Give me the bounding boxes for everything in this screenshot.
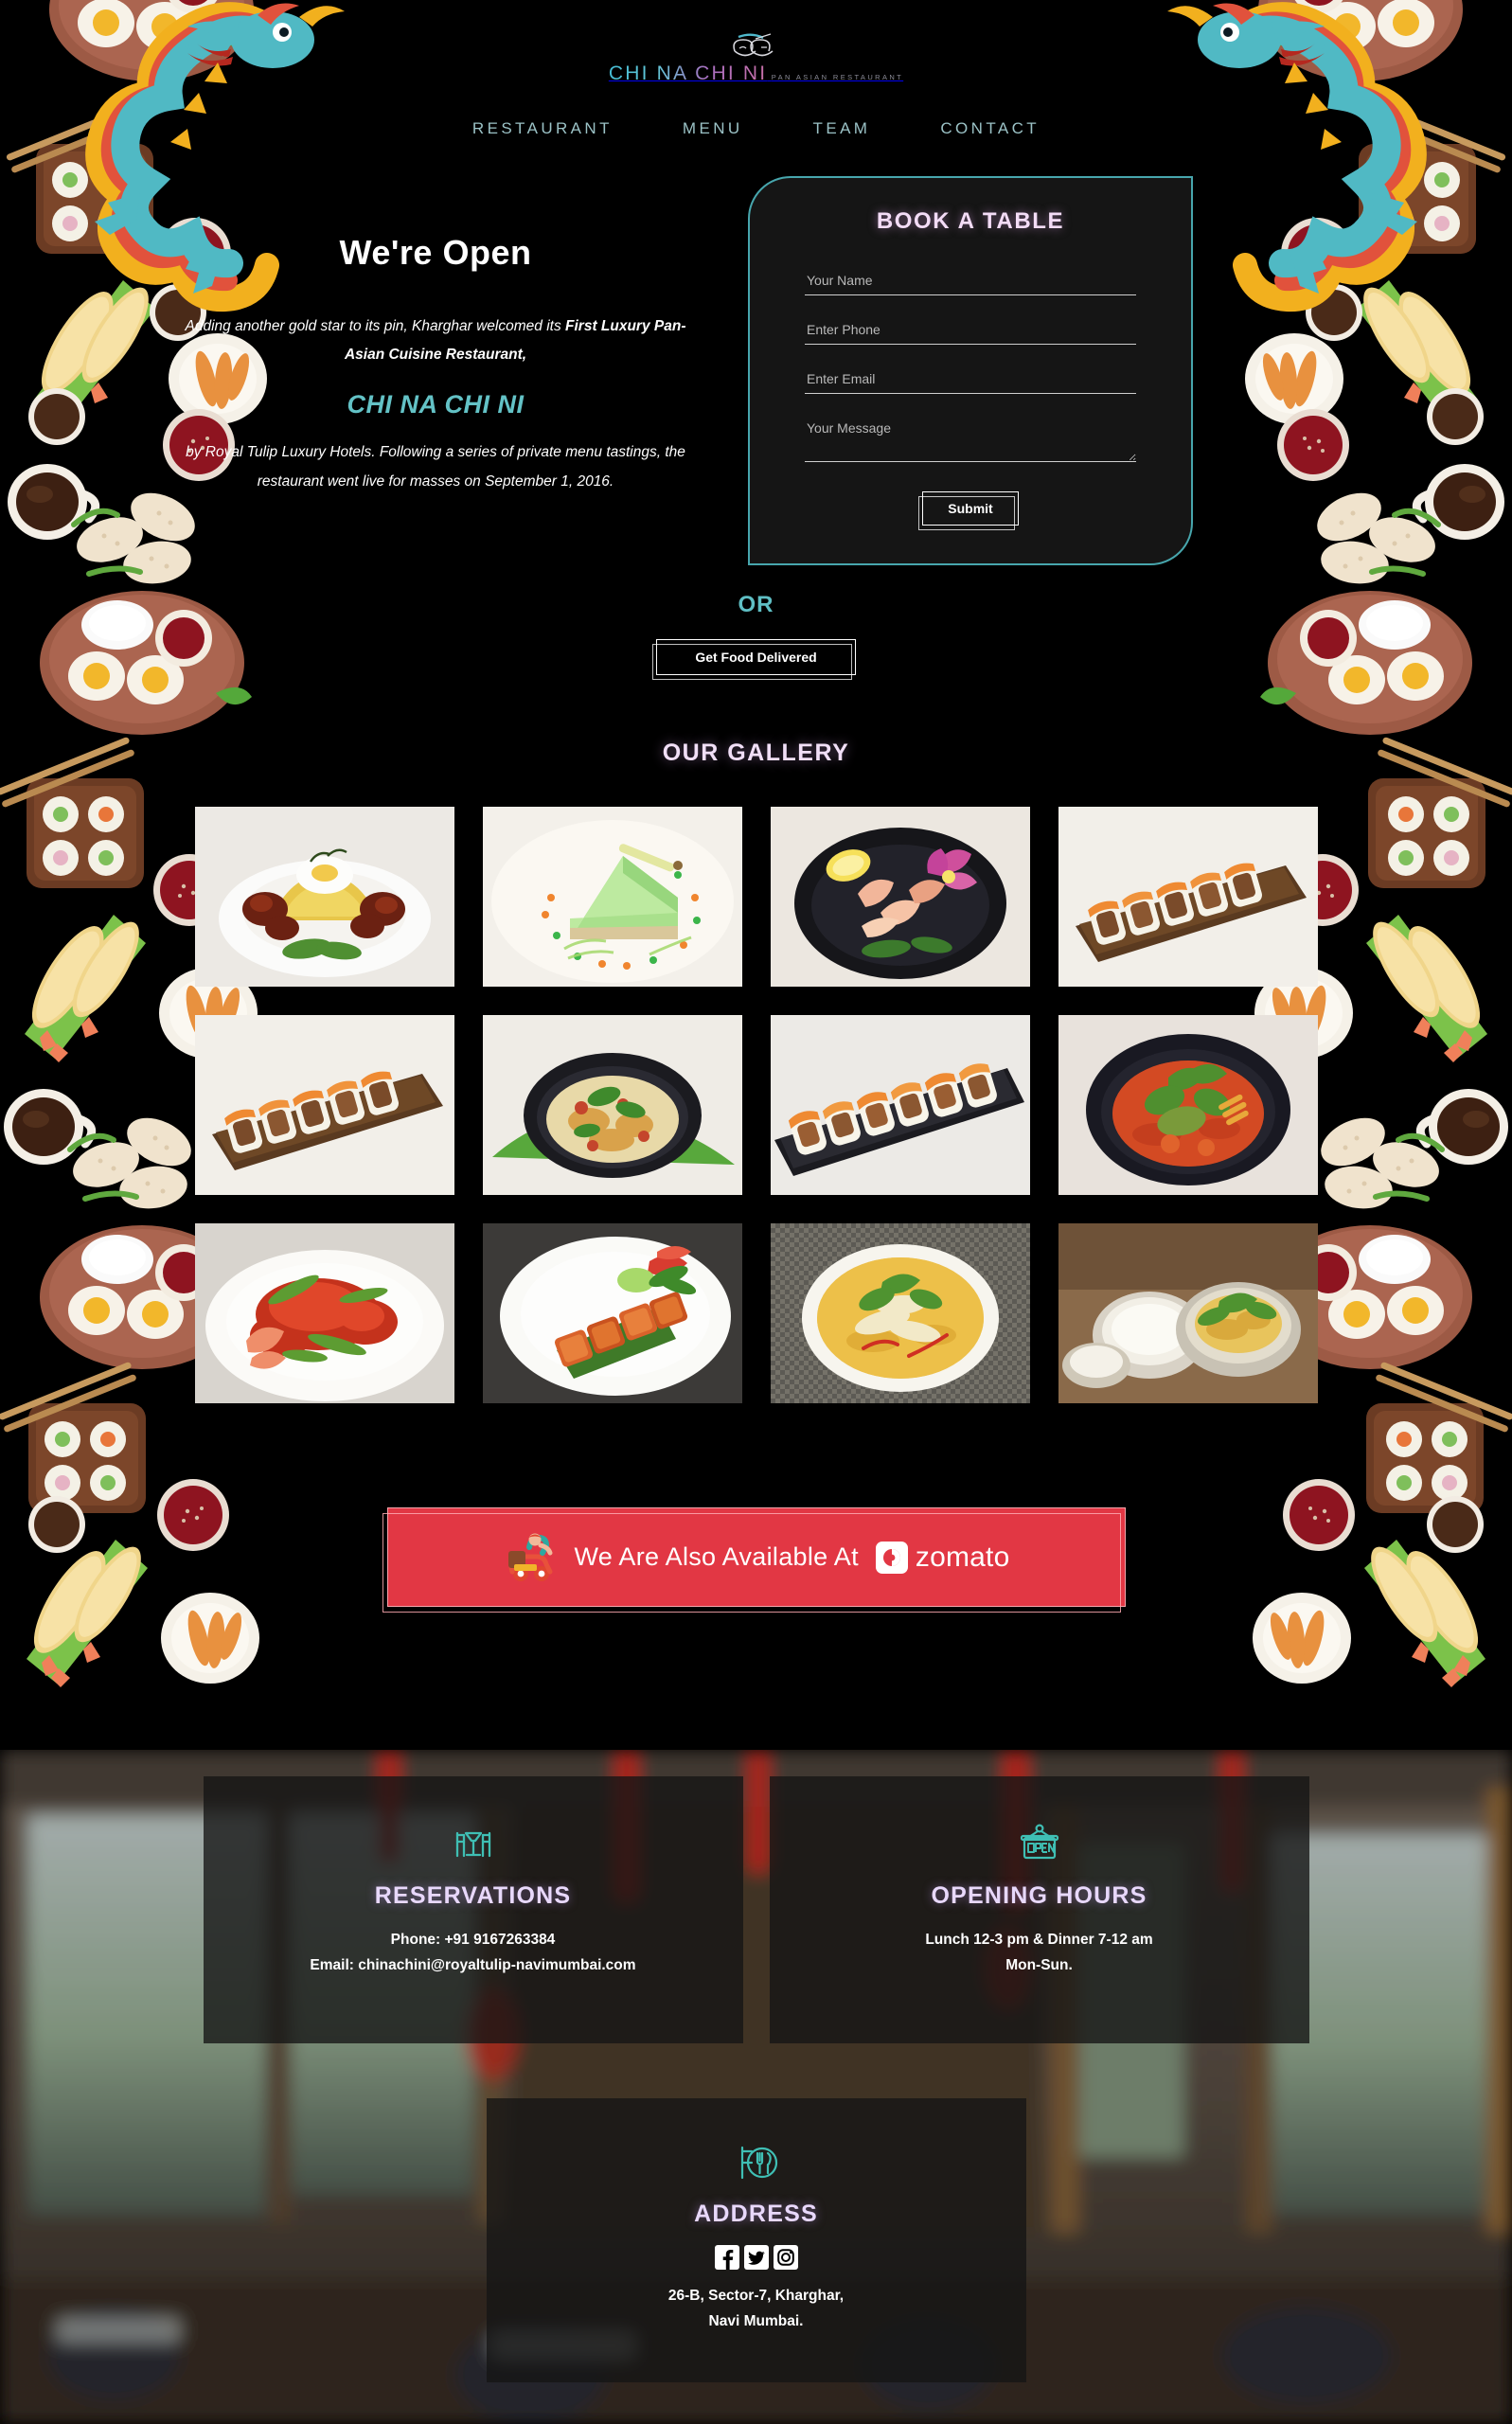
hero-section: We're Open Adding another gold star to i… bbox=[0, 176, 1512, 565]
opening-hours-card: OPENING HOURS Lunch 12-3 pm & Dinner 7-1… bbox=[769, 1776, 1309, 2043]
gallery-item[interactable] bbox=[770, 807, 1030, 987]
nav-item-restaurant[interactable]: RESTAURANT bbox=[472, 119, 613, 138]
zomato-banner-text: We Are Also Available At bbox=[574, 1542, 859, 1571]
gallery-item[interactable] bbox=[194, 1015, 454, 1195]
address-card-wrap: ADDRESS 26-B, Sector-7, Kharghar, Navi M… bbox=[486, 2098, 1026, 2382]
gallery-item[interactable] bbox=[1058, 807, 1318, 987]
gallery-item[interactable] bbox=[482, 807, 742, 987]
message-textarea[interactable] bbox=[805, 419, 1136, 462]
submit-button[interactable]: Submit bbox=[918, 491, 1019, 530]
footer-content: RESERVATIONS Phone: +91 9167263384 Email… bbox=[0, 1750, 1512, 2424]
reservations-phone[interactable]: Phone: +91 9167263384 bbox=[204, 1927, 743, 1952]
hero-title: We're Open bbox=[339, 233, 532, 272]
address-line-2: Navi Mumbai. bbox=[708, 2313, 804, 2330]
reservations-card: RESERVATIONS Phone: +91 9167263384 Email… bbox=[203, 1776, 743, 2043]
hero-paragraph-1-plain: Adding another gold star to its pin, Kha… bbox=[185, 318, 566, 334]
gallery-item[interactable] bbox=[1058, 1015, 1318, 1195]
reservations-email[interactable]: Email: chinachini@royaltulip-navimumbai.… bbox=[204, 1952, 743, 1978]
footer-info-row: RESERVATIONS Phone: +91 9167263384 Email… bbox=[0, 1776, 1512, 2043]
main-navigation: RESTAURANT MENU TEAM CONTACT bbox=[0, 119, 1512, 138]
address-line-1: 26-B, Sector-7, Kharghar, bbox=[667, 2288, 845, 2304]
gallery-title: OUR GALLERY bbox=[662, 740, 850, 766]
field-email bbox=[805, 369, 1136, 394]
hero-paragraph-2: by Royal Tulip Luxury Hotels. Following … bbox=[186, 444, 685, 490]
zomato-badge-icon bbox=[875, 1541, 908, 1574]
opening-hours-line-1: Lunch 12-3 pm & Dinner 7-12 am bbox=[925, 1932, 1153, 1948]
address-title: ADDRESS bbox=[694, 2201, 818, 2227]
field-your-name bbox=[805, 271, 1136, 295]
nav-item-team[interactable]: TEAM bbox=[813, 119, 871, 138]
delivery-scooter-icon bbox=[507, 1533, 552, 1581]
opening-hours-line-2: Mon-Sun. bbox=[1005, 1957, 1073, 1974]
gallery-item[interactable] bbox=[194, 1223, 454, 1403]
field-message bbox=[805, 419, 1136, 467]
gallery-section: OUR GALLERY bbox=[0, 740, 1512, 1403]
zomato-logo-word: zomato bbox=[915, 1541, 1010, 1573]
hero-brand-name: CHI NA CHI NI bbox=[347, 390, 525, 419]
zomato-availability-button[interactable]: We Are Also Available At zomato bbox=[382, 1507, 1126, 1613]
twitter-icon[interactable] bbox=[743, 2245, 769, 2270]
noodle-bowl-logo-icon bbox=[732, 33, 774, 57]
nav-item-menu[interactable]: MENU bbox=[683, 119, 743, 138]
delivery-row: Get Food Delivered bbox=[0, 639, 1512, 680]
site-footer: RESERVATIONS Phone: +91 9167263384 Email… bbox=[0, 1750, 1512, 2424]
phone-input[interactable] bbox=[805, 320, 1136, 345]
get-food-delivered-button[interactable]: Get Food Delivered bbox=[652, 639, 856, 680]
gallery-item[interactable] bbox=[1058, 1223, 1318, 1403]
site-header: CHI NA CHI NI PAN ASIAN RESTAURANT RESTA… bbox=[0, 0, 1512, 138]
dining-table-icon bbox=[204, 1818, 743, 1871]
logo-tagline: PAN ASIAN RESTAURANT bbox=[771, 73, 904, 81]
page-root: CHI NA CHI NI PAN ASIAN RESTAURANT RESTA… bbox=[0, 0, 1512, 2424]
hero-paragraph-1: Adding another gold star to its pin, Kha… bbox=[170, 312, 701, 369]
logo-wordmark: CHI NA CHI NI bbox=[608, 62, 768, 84]
social-links bbox=[487, 2245, 1026, 2270]
opening-hours-title: OPENING HOURS bbox=[931, 1882, 1147, 1909]
open-sign-icon bbox=[770, 1818, 1309, 1871]
book-a-table-panel: BOOK A TABLE Submit bbox=[748, 176, 1193, 565]
facebook-icon[interactable] bbox=[714, 2245, 739, 2270]
zomato-logo: zomato bbox=[875, 1541, 1010, 1574]
field-phone bbox=[805, 320, 1136, 345]
site-logo[interactable]: CHI NA CHI NI PAN ASIAN RESTAURANT bbox=[609, 32, 903, 85]
instagram-icon[interactable] bbox=[773, 2245, 798, 2270]
reservations-title: RESERVATIONS bbox=[374, 1882, 572, 1909]
gallery-grid bbox=[0, 807, 1512, 1403]
plate-cutlery-sign-icon bbox=[487, 2136, 1026, 2189]
book-a-table-title: BOOK A TABLE bbox=[876, 208, 1065, 234]
gallery-item[interactable] bbox=[482, 1223, 742, 1403]
hero-text-block: We're Open Adding another gold star to i… bbox=[170, 176, 701, 496]
gallery-item[interactable] bbox=[770, 1015, 1030, 1195]
address-card: ADDRESS 26-B, Sector-7, Kharghar, Navi M… bbox=[486, 2098, 1026, 2382]
gallery-item[interactable] bbox=[770, 1223, 1030, 1403]
name-input[interactable] bbox=[805, 271, 1136, 295]
gallery-item[interactable] bbox=[194, 807, 454, 987]
gallery-item[interactable] bbox=[482, 1015, 742, 1195]
zomato-banner-wrap: We Are Also Available At zomato bbox=[0, 1507, 1512, 1613]
or-divider-label: OR bbox=[738, 592, 774, 617]
submit-row: Submit bbox=[805, 491, 1136, 530]
nav-item-contact[interactable]: CONTACT bbox=[940, 119, 1040, 138]
email-input[interactable] bbox=[805, 369, 1136, 394]
